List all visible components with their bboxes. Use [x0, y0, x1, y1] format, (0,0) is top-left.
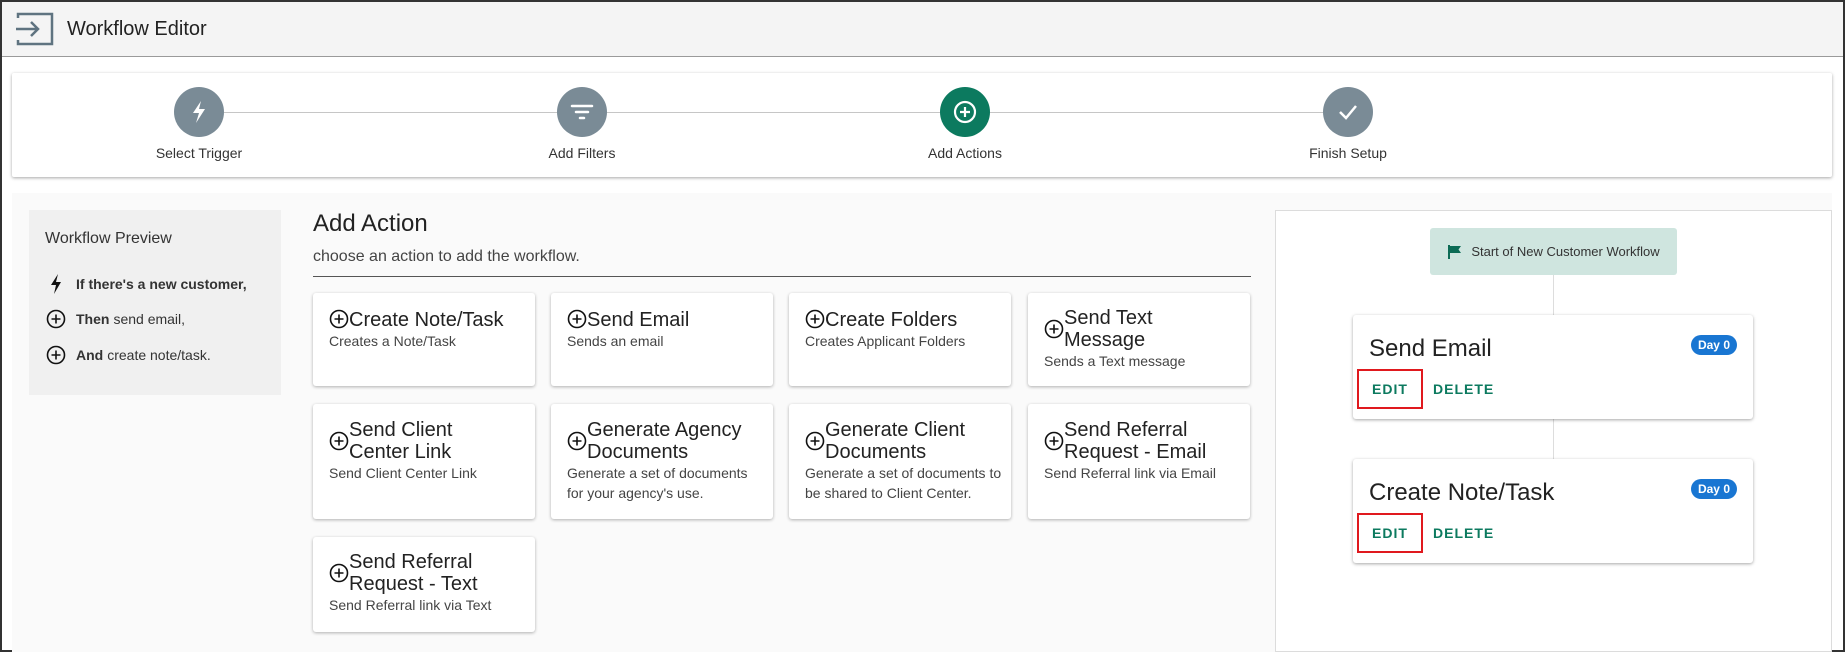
workflow-start-chip: Start of New Customer Workflow [1430, 228, 1677, 275]
preview-row-text: send email, [113, 311, 186, 327]
action-card-send-referral-request-text[interactable]: Send Referral Request - Text Send Referr… [313, 537, 535, 632]
action-card-title: Send Referral Request - Email [1064, 419, 1207, 463]
action-card-desc: Sends an email [567, 333, 664, 349]
action-card-create-folders[interactable]: Create Folders Creates Applicant Folders [789, 293, 1011, 386]
flag-icon [1448, 244, 1462, 259]
action-card-desc: Generate a set of documents for your age… [567, 465, 748, 501]
action-card-generate-client-documents[interactable]: Generate Client Documents Generate a set… [789, 404, 1011, 519]
add-circle-icon [805, 309, 825, 329]
step-circle [940, 87, 990, 137]
bolt-icon [51, 274, 61, 294]
workflow-step-title: Create Note/Task [1369, 479, 1555, 506]
add-circle-icon [46, 345, 66, 365]
action-card-generate-agency-documents[interactable]: Generate Agency Documents Generate a set… [551, 404, 773, 519]
preview-row-then: Then send email, [45, 308, 185, 330]
workflow-step-card: Send Email Day 0 EDIT DELETE [1353, 315, 1753, 419]
add-circle-icon [953, 100, 977, 124]
step-select-trigger[interactable]: Select Trigger [109, 87, 289, 161]
preview-row-and: And create note/task. [45, 344, 211, 366]
exit-icon[interactable] [14, 12, 54, 46]
step-add-filters[interactable]: Add Filters [492, 87, 672, 161]
action-card-title: Send Client Center Link [349, 419, 453, 463]
action-card-desc: Creates a Note/Task [329, 333, 456, 349]
step-label: Add Filters [548, 145, 616, 161]
action-card-send-referral-request-email[interactable]: Send Referral Request - Email Send Refer… [1028, 404, 1250, 519]
action-card-title: Send Email [587, 309, 690, 331]
app-title: Workflow Editor [67, 18, 207, 40]
bolt-icon [193, 101, 205, 123]
action-card-title: Send Text Message [1064, 307, 1153, 351]
step-label: Finish Setup [1309, 145, 1387, 161]
stepper: Select Trigger Add Filters Add Actions F… [12, 73, 1832, 177]
add-circle-icon [567, 431, 587, 451]
connector-line [1553, 275, 1554, 315]
add-action-title: Add Action [313, 210, 428, 237]
add-circle-icon [1044, 431, 1064, 451]
action-card-send-email[interactable]: Send Email Sends an email [551, 293, 773, 386]
step-label: Select Trigger [155, 145, 243, 161]
action-card-desc: Sends a Text message [1044, 353, 1186, 369]
workflow-start-label: Start of New Customer Workflow [1471, 244, 1660, 259]
preview-row-text: create note/task. [107, 347, 211, 363]
add-circle-icon [567, 309, 587, 329]
action-card-desc: Generate a set of documents to be shared… [805, 465, 1002, 501]
preview-row-trigger: If there's a new customer, [45, 273, 251, 295]
preview-row-bold: And [76, 347, 104, 363]
step-circle [174, 87, 224, 137]
action-card-title: Generate Client Documents [825, 419, 966, 463]
add-circle-icon [46, 309, 66, 329]
action-card-title: Create Folders [825, 309, 958, 331]
action-card-send-text-message[interactable]: Send Text Message Sends a Text message [1028, 293, 1250, 386]
add-circle-icon [329, 563, 349, 583]
divider [313, 276, 1251, 277]
action-card-send-client-center-link[interactable]: Send Client Center Link Send Client Cent… [313, 404, 535, 519]
step-label: Add Actions [928, 145, 1002, 161]
action-card-desc: Send Referral link via Email [1044, 465, 1216, 481]
day-badge: Day 0 [1690, 479, 1737, 499]
action-card-title: Create Note/Task [349, 309, 504, 331]
add-circle-icon [329, 309, 349, 329]
step-add-actions[interactable]: Add Actions [875, 87, 1055, 161]
app-bar: Workflow Editor [2, 2, 1843, 57]
edit-button[interactable]: EDIT [1357, 513, 1423, 553]
step-circle [1323, 87, 1373, 137]
workflow-preview: Workflow Preview If there's a new custom… [29, 210, 281, 395]
stepper-line [198, 112, 1348, 113]
connector-line [1553, 419, 1554, 459]
action-card-desc: Creates Applicant Folders [805, 333, 966, 349]
add-circle-icon [329, 431, 349, 451]
add-circle-icon [1044, 319, 1064, 339]
preview-row-bold: Then [76, 311, 110, 327]
delete-button[interactable]: DELETE [1433, 525, 1494, 541]
filter-icon [570, 104, 594, 120]
add-action-section: Add Action choose an action to add the w… [313, 210, 1251, 277]
action-card-create-note-task[interactable]: Create Note/Task Creates a Note/Task [313, 293, 535, 386]
step-circle [557, 87, 607, 137]
action-card-title: Generate Agency Documents [587, 419, 742, 463]
add-circle-icon [805, 431, 825, 451]
workflow-step-card: Create Note/Task Day 0 EDIT DELETE [1353, 459, 1753, 563]
step-finish-setup[interactable]: Finish Setup [1258, 87, 1438, 161]
action-card-desc: Send Referral link via Text [329, 597, 492, 613]
workflow-step-title: Send Email [1369, 335, 1492, 362]
add-action-subtitle: choose an action to add the workflow. [313, 248, 580, 265]
preview-title: Workflow Preview [45, 230, 172, 247]
delete-button[interactable]: DELETE [1433, 381, 1494, 397]
edit-button[interactable]: EDIT [1357, 369, 1423, 409]
check-icon [1339, 105, 1357, 120]
action-card-desc: Send Client Center Link [329, 465, 477, 481]
action-card-title: Send Referral Request - Text [349, 551, 478, 595]
preview-row-bold: If there's a new customer, [76, 276, 247, 292]
day-badge: Day 0 [1690, 335, 1737, 355]
